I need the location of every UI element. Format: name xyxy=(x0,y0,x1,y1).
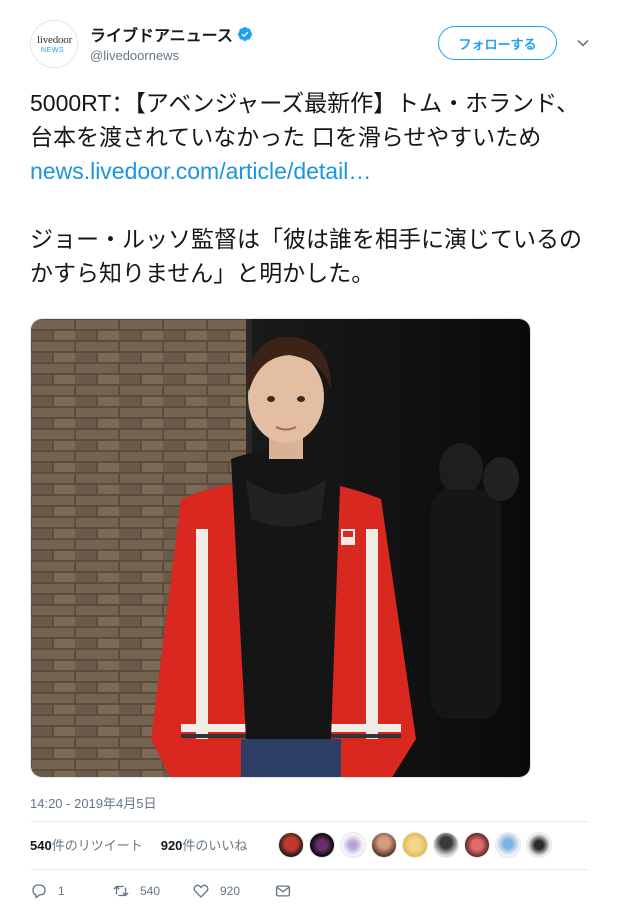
liker-avatar[interactable] xyxy=(340,832,366,858)
message-action[interactable] xyxy=(274,882,302,900)
liker-avatar[interactable] xyxy=(464,832,490,858)
reply-count: 1 xyxy=(58,884,65,898)
liker-avatar[interactable] xyxy=(526,832,552,858)
retweet-count: 540 xyxy=(140,884,161,898)
avatar-logo-subtext: NEWS xyxy=(41,47,64,54)
tweet-photo[interactable] xyxy=(30,318,531,778)
heart-icon xyxy=(193,884,209,898)
retweet-stat-count: 540 xyxy=(30,838,52,853)
liker-avatar[interactable] xyxy=(278,832,304,858)
divider xyxy=(30,869,589,870)
reply-action[interactable]: 1 xyxy=(30,882,65,900)
tweet-header: livedoor NEWS ライブドアニュース @livedoornews フォ… xyxy=(30,18,595,74)
account-handle[interactable]: @livedoornews xyxy=(90,48,179,63)
like-action[interactable]: 920 xyxy=(192,882,240,900)
tweet-headline: 5000RT：【アベンジャーズ最新作】トム・ホランド、台本を渡されていなかった … xyxy=(30,90,580,150)
liker-avatars xyxy=(278,832,557,858)
avatar[interactable]: livedoor NEWS xyxy=(30,20,78,68)
name-row: ライブドアニュース xyxy=(90,22,253,46)
retweet-action[interactable]: 540 xyxy=(112,882,160,900)
divider xyxy=(30,821,589,822)
tweet-text: 5000RT：【アベンジャーズ最新作】トム・ホランド、台本を渡されていなかった … xyxy=(30,86,595,290)
like-stat-count: 920 xyxy=(160,838,183,853)
reply-icon xyxy=(32,884,46,899)
retweet-icon xyxy=(113,885,129,897)
tweet-quote: ジョー・ルッソ監督は「彼は誰を相手に演じているのかすら知りません」と明かした。 xyxy=(30,226,582,286)
photo-image xyxy=(31,319,530,777)
retweet-stat[interactable]: 540件のリツイート xyxy=(30,835,143,854)
like-stat-label: 件のいいね xyxy=(182,838,248,853)
tweet-actions: 1 540 920 xyxy=(30,882,330,902)
liker-avatar[interactable] xyxy=(309,832,335,858)
avatar-logo-text: livedoor xyxy=(37,34,73,46)
chevron-down-icon[interactable] xyxy=(576,36,590,50)
follow-button[interactable]: フォローする xyxy=(438,26,557,60)
like-count: 920 xyxy=(220,884,241,898)
display-name[interactable]: ライブドアニュース xyxy=(90,22,233,46)
like-stat[interactable]: 920件のいいね xyxy=(161,835,248,854)
liker-avatar[interactable] xyxy=(402,832,428,858)
retweet-stat-label: 件のリツイート xyxy=(51,838,143,853)
tweet-stats: 540件のリツイート 920件のいいね xyxy=(30,835,265,854)
tweet-timestamp[interactable]: 14:20 - 2019年4月5日 xyxy=(30,793,156,812)
tweet-link[interactable]: news.livedoor.com/article/detail… xyxy=(30,154,595,188)
verified-badge-icon xyxy=(237,27,252,41)
message-icon xyxy=(275,885,291,897)
liker-avatar[interactable] xyxy=(495,832,521,858)
liker-avatar[interactable] xyxy=(433,832,459,858)
liker-avatar[interactable] xyxy=(371,832,397,858)
